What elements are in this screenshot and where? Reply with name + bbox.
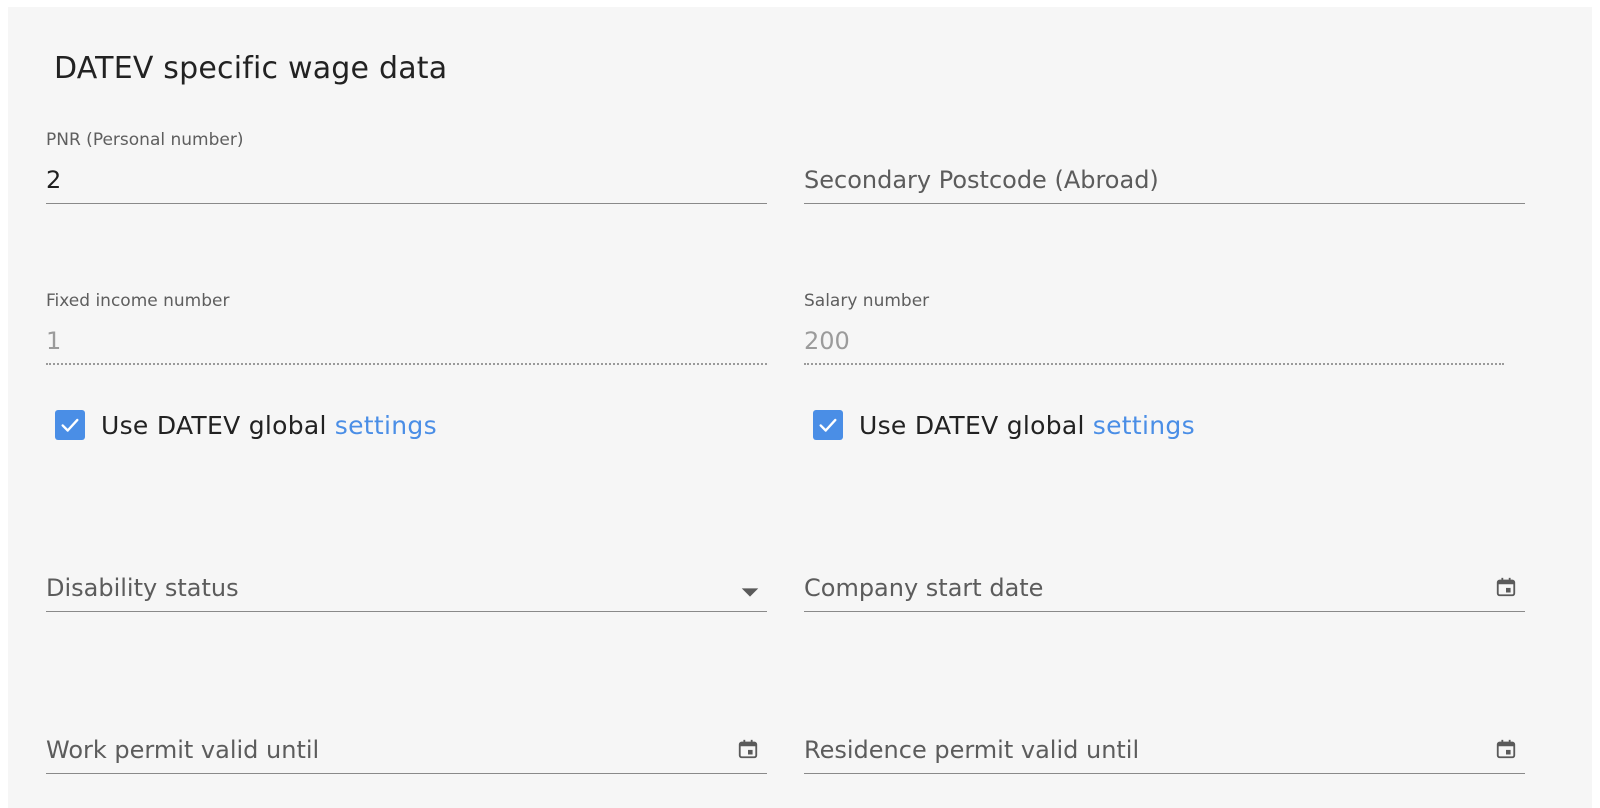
salary-global-label: Use DATEV global — [859, 410, 1085, 440]
calendar-icon[interactable] — [1495, 576, 1517, 598]
fixed-income-number-label: Fixed income number — [46, 291, 230, 311]
secondary-postcode-field[interactable]: Secondary Postcode (Abroad) — [804, 164, 1525, 204]
secondary-postcode-underline — [804, 203, 1525, 204]
fixed-income-settings-link[interactable]: settings — [335, 411, 437, 440]
salary-global-checkbox[interactable] — [813, 410, 843, 440]
chevron-down-icon[interactable] — [739, 582, 761, 604]
salary-settings-link[interactable]: settings — [1093, 411, 1195, 440]
checkmark-icon — [61, 418, 79, 432]
work-permit-placeholder[interactable]: Work permit valid until — [46, 736, 319, 764]
calendar-icon[interactable] — [737, 738, 759, 760]
work-permit-date-field[interactable]: Work permit valid until — [46, 734, 767, 774]
fixed-income-global-checkbox[interactable] — [55, 410, 85, 440]
pnr-label: PNR (Personal number) — [46, 130, 244, 150]
salary-number-underline — [804, 363, 1504, 365]
company-start-date-field[interactable]: Company start date — [804, 572, 1525, 612]
company-start-date-placeholder[interactable]: Company start date — [804, 574, 1043, 602]
fixed-income-number-value: 1 — [46, 327, 62, 355]
work-permit-underline — [46, 773, 767, 774]
fixed-income-number-underline — [46, 363, 767, 365]
salary-number-label: Salary number — [804, 291, 930, 311]
calendar-icon[interactable] — [1495, 738, 1517, 760]
fixed-income-global-label: Use DATEV global — [101, 410, 327, 440]
secondary-postcode-placeholder[interactable]: Secondary Postcode (Abroad) — [804, 166, 1159, 194]
pnr-underline — [46, 203, 767, 204]
disability-status-placeholder[interactable]: Disability status — [46, 574, 239, 602]
fixed-income-global-settings-row: Use DATEV global settings — [55, 408, 437, 442]
fixed-income-number-field: Fixed income number 1 — [46, 291, 767, 365]
disability-status-select[interactable]: Disability status — [46, 572, 767, 612]
disability-status-underline — [46, 611, 767, 612]
residence-permit-placeholder[interactable]: Residence permit valid until — [804, 736, 1139, 764]
salary-number-field: Salary number 200 — [804, 291, 1504, 365]
section-title: DATEV specific wage data — [54, 51, 448, 86]
pnr-field[interactable]: PNR (Personal number) 2 — [46, 130, 767, 204]
datev-wage-data-panel: DATEV specific wage data PNR (Personal n… — [8, 7, 1592, 808]
salary-number-value: 200 — [804, 327, 850, 355]
salary-global-settings-row: Use DATEV global settings — [813, 408, 1195, 442]
pnr-value[interactable]: 2 — [46, 166, 61, 194]
residence-permit-underline — [804, 773, 1525, 774]
company-start-date-underline — [804, 611, 1525, 612]
checkmark-icon — [819, 418, 837, 432]
residence-permit-date-field[interactable]: Residence permit valid until — [804, 734, 1525, 774]
